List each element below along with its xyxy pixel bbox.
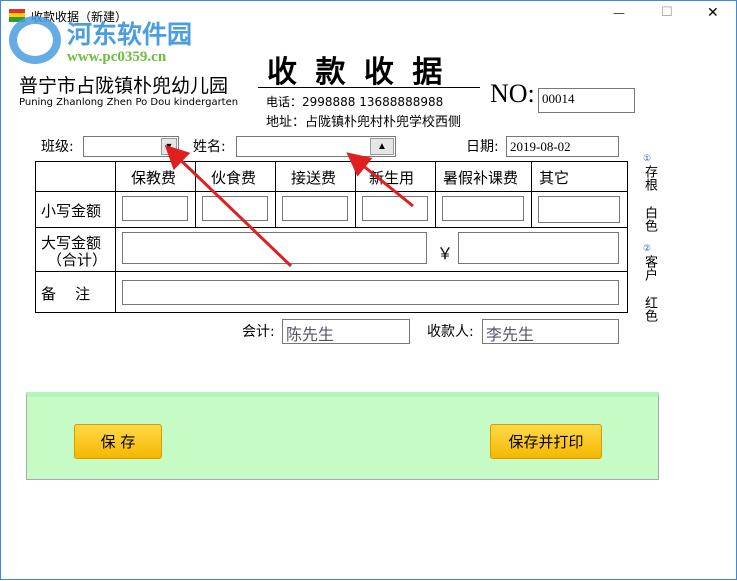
arrow-to-name-field bbox=[346, 152, 414, 208]
annotation-arrows bbox=[164, 144, 414, 268]
arrow-to-class-dropdown bbox=[164, 144, 293, 268]
